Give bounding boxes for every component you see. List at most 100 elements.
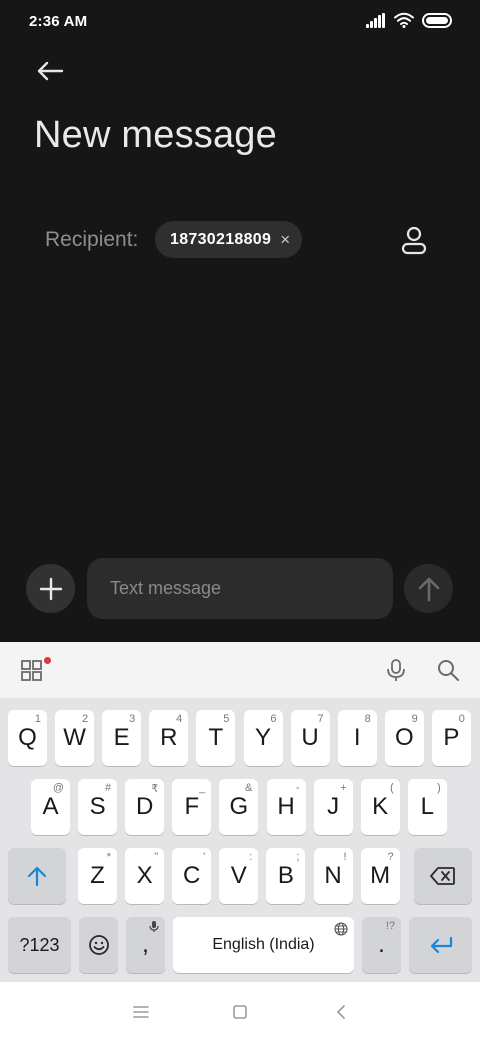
navigation-bar	[0, 982, 480, 1040]
key-label: N	[324, 862, 342, 889]
key-3-row-1[interactable]: 3E	[102, 710, 142, 766]
status-bar: 2:36 AM	[0, 0, 480, 44]
symbols-key[interactable]: ?123	[8, 917, 71, 973]
battery-icon	[422, 12, 452, 28]
backspace-key[interactable]	[414, 848, 472, 904]
menu-icon	[133, 1006, 149, 1018]
key-5-row-1[interactable]: 5T	[196, 710, 236, 766]
key-8-row-1[interactable]: 8I	[337, 710, 377, 766]
key-6-row-2[interactable]: -H	[266, 779, 306, 835]
key-label: S	[89, 793, 106, 820]
recents-button[interactable]	[129, 1000, 153, 1024]
key-hint: +	[340, 782, 347, 794]
key-4-row-3[interactable]: :V	[219, 848, 259, 904]
system-back-button[interactable]	[329, 1000, 353, 1024]
key-6-row-3[interactable]: ! N	[313, 848, 353, 904]
home-button[interactable]	[228, 1000, 252, 1024]
period-key-label: .	[378, 931, 385, 958]
emoji-key[interactable]	[79, 917, 118, 973]
key-hint: ₹	[151, 783, 159, 795]
space-key[interactable]: English (India)	[173, 917, 354, 973]
key-hint: 7	[317, 713, 324, 725]
key-hint: 5	[223, 713, 230, 725]
arrow-left-icon	[37, 61, 64, 81]
key-3-row-2[interactable]: ₹ D	[125, 779, 165, 835]
key-4-row-2[interactable]: _ F	[172, 779, 212, 835]
wifi-icon	[394, 12, 414, 28]
key-label: B	[277, 862, 294, 889]
globe-icon	[334, 922, 348, 936]
key-7-row-3[interactable]: ? M	[360, 848, 400, 904]
keyboard: 1 Q 2 W 3 E 4 R 5 T 6 Y 7 U 8 I 9 O 0 P @ A # S ₹ D _ F & G - H + J(K) L * Z…	[0, 642, 480, 982]
shift-key[interactable]	[8, 848, 66, 904]
key-hint: (	[390, 782, 394, 794]
key-label: M	[370, 862, 391, 889]
key-hint: *	[106, 851, 111, 863]
microphone-small-icon	[149, 921, 159, 932]
key-label: K	[372, 793, 389, 820]
status-icons	[366, 12, 452, 28]
send-button[interactable]	[404, 564, 453, 613]
enter-icon	[430, 936, 452, 954]
key-1-row-1[interactable]: 1Q	[8, 710, 47, 766]
person-icon	[401, 226, 427, 255]
message-input[interactable]	[87, 558, 393, 619]
key-9-row-2[interactable]: ) L	[407, 779, 447, 835]
backspace-icon	[430, 867, 455, 885]
microphone-icon[interactable]	[385, 658, 407, 682]
arrow-up-icon	[418, 577, 439, 601]
key-2-row-2[interactable]: # S	[78, 779, 118, 835]
key-label: P	[443, 724, 460, 751]
home-square-icon	[233, 1005, 247, 1019]
key-7-row-1[interactable]: 7U	[290, 710, 330, 766]
key-3-row-3[interactable]: ' C	[172, 848, 212, 904]
back-chevron-icon	[337, 1005, 345, 1019]
recipient-chip-value: 18730218809	[170, 230, 272, 248]
key-label: G	[229, 793, 249, 820]
key-hint: '	[203, 851, 206, 863]
add-attachment-button[interactable]	[26, 564, 75, 613]
page-title: New message	[34, 114, 277, 156]
key-label: F	[184, 793, 200, 820]
key-hint: "	[154, 851, 159, 863]
key-4-row-1[interactable]: 4R	[149, 710, 189, 766]
key-label: I	[353, 724, 361, 751]
contacts-button[interactable]	[396, 222, 432, 258]
key-2-row-1[interactable]: 2W	[55, 710, 95, 766]
apps-grid-icon[interactable]	[20, 658, 44, 682]
key-2-row-3[interactable]: " X	[125, 848, 165, 904]
period-key[interactable]: !? .	[362, 917, 401, 973]
key-10-row-1[interactable]: 0P	[431, 710, 471, 766]
recipient-label: Recipient:	[45, 228, 139, 251]
back-button[interactable]	[32, 56, 68, 86]
key-7-row-2[interactable]: + J	[313, 779, 353, 835]
remove-recipient-button[interactable]: ×	[280, 231, 290, 248]
key-hint: -	[295, 782, 300, 794]
key-6-row-1[interactable]: 6Y	[243, 710, 283, 766]
comma-key-label: ,	[142, 931, 149, 958]
comma-key[interactable]: ,	[126, 917, 165, 973]
key-hint: )	[437, 782, 441, 794]
key-hint: 1	[34, 713, 41, 725]
key-label: L	[420, 793, 434, 820]
key-5-row-2[interactable]: & G	[219, 779, 259, 835]
signal-icon	[366, 12, 386, 28]
key-label: E	[113, 724, 130, 751]
search-icon[interactable]	[436, 658, 460, 682]
recipient-chip[interactable]: 18730218809 ×	[155, 221, 303, 258]
key-9-row-1[interactable]: 9O	[384, 710, 424, 766]
key-1-row-3[interactable]: * Z	[78, 848, 117, 904]
key-1-row-2[interactable]: @ A	[31, 779, 70, 835]
enter-key[interactable]	[409, 917, 472, 973]
key-label: A	[42, 793, 59, 820]
notification-dot	[44, 657, 51, 664]
key-hint: #	[104, 782, 112, 794]
plus-icon	[39, 577, 62, 600]
key-hint: 4	[176, 713, 183, 725]
key-label: X	[136, 862, 153, 889]
key-8-row-2[interactable]: (K	[360, 779, 400, 835]
space-key-label: English (India)	[212, 936, 315, 953]
key-label: Z	[90, 862, 105, 889]
key-5-row-3[interactable]: ; B	[266, 848, 306, 904]
key-label: C	[183, 862, 201, 889]
